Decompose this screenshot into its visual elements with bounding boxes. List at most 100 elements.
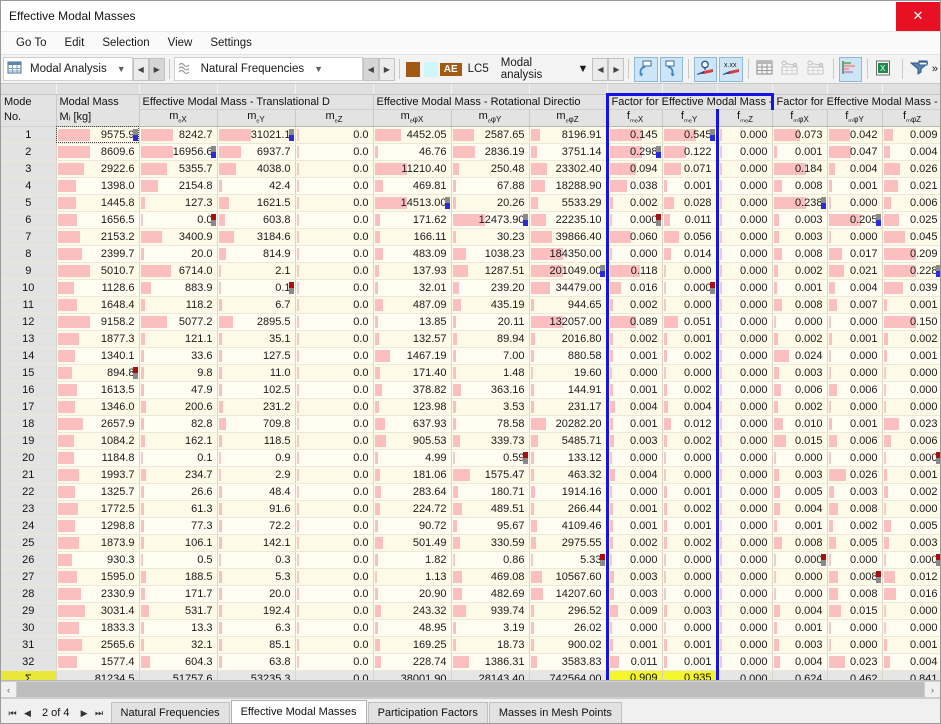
cell-fmpZ[interactable]: 0.000 — [882, 398, 940, 415]
cell-mi[interactable]: 1128.6 — [56, 279, 139, 296]
cell-fmpY[interactable]: 0.003 — [827, 483, 882, 500]
cell-fmpY[interactable]: 0.205 — [827, 211, 882, 228]
table-row[interactable]: 211993.7234.72.90.0181.061575.47463.320.… — [1, 466, 940, 483]
cell-fmpY[interactable]: 0.006 — [827, 381, 882, 398]
cell-fmpY[interactable]: 0.000 — [827, 398, 882, 415]
cell-meX[interactable]: 106.1 — [139, 534, 217, 551]
cell-meY[interactable]: 0.3 — [217, 551, 295, 568]
cell-meX[interactable]: 531.7 — [139, 602, 217, 619]
cell-meY[interactable]: 91.6 — [217, 500, 295, 517]
cell-mepX[interactable]: 90.72 — [373, 517, 451, 534]
cell-fmpY[interactable]: 0.000 — [827, 228, 882, 245]
cell-fmeZ[interactable]: 0.000 — [717, 636, 772, 653]
cell-fmeZ[interactable]: 0.000 — [717, 500, 772, 517]
cell-fmpX[interactable]: 0.238 — [772, 194, 827, 211]
cell-mepX[interactable]: 13.85 — [373, 313, 451, 330]
cell-meZ[interactable]: 0.0 — [295, 330, 373, 347]
cell-fmpX[interactable]: 0.004 — [772, 500, 827, 517]
next-page-button[interactable]: ▶ — [77, 705, 92, 721]
cell-meX[interactable]: 77.3 — [139, 517, 217, 534]
cell-mepZ[interactable]: 5485.71 — [529, 432, 607, 449]
cell-mi[interactable]: 2565.6 — [56, 636, 139, 653]
group-header-0[interactable]: Effective Modal Mass - Translational D — [139, 94, 373, 109]
horizontal-scrollbar[interactable]: ‹ › — [1, 680, 940, 698]
menu-item-view[interactable]: View — [159, 35, 202, 51]
cell-meZ[interactable]: 0.0 — [295, 500, 373, 517]
cell-fmeZ[interactable]: 0.000 — [717, 364, 772, 381]
cell-mepY[interactable]: 89.94 — [451, 330, 529, 347]
cell-mepZ[interactable]: 23302.40 — [529, 160, 607, 177]
cell-fmeX[interactable]: 0.000 — [607, 211, 662, 228]
table-row[interactable]: 182657.982.8709.80.0637.9378.5820282.200… — [1, 415, 940, 432]
table-row[interactable]: 312565.632.185.10.0169.2518.73900.020.00… — [1, 636, 940, 653]
cell-fmeX[interactable]: 0.001 — [607, 500, 662, 517]
toolbar-overflow-button[interactable]: » — [932, 63, 938, 75]
cell-fmpZ[interactable]: 0.228 — [882, 262, 940, 279]
cell-mepX[interactable]: 487.09 — [373, 296, 451, 313]
cell-fmeZ[interactable]: 0.000 — [717, 194, 772, 211]
cell-fmeY[interactable]: 0.012 — [662, 415, 717, 432]
cell-mi[interactable]: 1648.4 — [56, 296, 139, 313]
chevron-down-icon[interactable]: ▼ — [113, 64, 130, 74]
cell-fmpY[interactable]: 0.007 — [827, 296, 882, 313]
table-row[interactable]: 221325.726.648.40.0283.64180.711914.160.… — [1, 483, 940, 500]
cell-fmeY[interactable]: 0.051 — [662, 313, 717, 330]
cell-meY[interactable]: 142.1 — [217, 534, 295, 551]
cell-meX[interactable]: 5077.2 — [139, 313, 217, 330]
sub-header-meX[interactable]: mₑX — [139, 109, 217, 126]
analysis-prev-button[interactable]: ◀ — [133, 58, 149, 81]
cell-fmpX[interactable]: 0.008 — [772, 296, 827, 313]
row-number[interactable]: 15 — [1, 364, 56, 381]
cell-fmeY[interactable]: 0.001 — [662, 653, 717, 670]
analysis-next-button[interactable]: ▶ — [149, 58, 165, 81]
table-row[interactable]: 51445.8127.31621.50.014513.0020.265533.2… — [1, 194, 940, 211]
menu-item-settings[interactable]: Settings — [201, 35, 261, 51]
table-row[interactable]: 231772.561.391.60.0224.72489.51266.440.0… — [1, 500, 940, 517]
row-number[interactable]: 10 — [1, 279, 56, 296]
cell-meZ[interactable]: 0.0 — [295, 211, 373, 228]
cell-fmeY[interactable]: 0.000 — [662, 449, 717, 466]
cell-mi[interactable]: 1340.1 — [56, 347, 139, 364]
cell-meZ[interactable]: 0.0 — [295, 517, 373, 534]
cell-fmpX[interactable]: 0.003 — [772, 211, 827, 228]
table-row[interactable]: 241298.877.372.20.090.7295.674109.460.00… — [1, 517, 940, 534]
cell-fmpZ[interactable]: 0.003 — [882, 534, 940, 551]
cell-meX[interactable]: 2154.8 — [139, 177, 217, 194]
cell-fmpY[interactable]: 0.023 — [827, 653, 882, 670]
cell-fmpX[interactable]: 0.002 — [772, 398, 827, 415]
cell-meX[interactable]: 6714.0 — [139, 262, 217, 279]
cell-fmpX[interactable]: 0.004 — [772, 602, 827, 619]
cell-fmeX[interactable]: 0.002 — [607, 296, 662, 313]
cell-fmpY[interactable]: 0.000 — [827, 636, 882, 653]
cell-meY[interactable]: 6.7 — [217, 296, 295, 313]
cell-mepZ[interactable]: 10567.60 — [529, 568, 607, 585]
cell-mepX[interactable]: 378.82 — [373, 381, 451, 398]
cell-meY[interactable]: 814.9 — [217, 245, 295, 262]
cell-fmeY[interactable]: 0.000 — [662, 262, 717, 279]
cell-meX[interactable]: 5355.7 — [139, 160, 217, 177]
case-next-button[interactable]: ▶ — [608, 58, 624, 81]
row-number[interactable]: 3 — [1, 160, 56, 177]
table-row[interactable]: 171346.0200.6231.20.0123.983.53231.170.0… — [1, 398, 940, 415]
row-number[interactable]: 8 — [1, 245, 56, 262]
cell-fmpY[interactable]: 0.008 — [827, 568, 882, 585]
cell-mepY[interactable]: 67.88 — [451, 177, 529, 194]
cell-fmpY[interactable]: 0.026 — [827, 466, 882, 483]
group-header-1[interactable]: Effective Modal Mass - Rotational Direct… — [373, 94, 607, 109]
ae-badge[interactable]: AE — [440, 63, 462, 76]
cell-meY[interactable]: 2895.5 — [217, 313, 295, 330]
cell-fmpX[interactable]: 0.004 — [772, 653, 827, 670]
cell-fmeY[interactable]: 0.000 — [662, 466, 717, 483]
cell-fmpZ[interactable]: 0.001 — [882, 466, 940, 483]
cell-mepX[interactable]: 4.99 — [373, 449, 451, 466]
cell-meX[interactable]: 3400.9 — [139, 228, 217, 245]
cell-mi[interactable]: 1184.8 — [56, 449, 139, 466]
cell-meX[interactable]: 118.2 — [139, 296, 217, 313]
cell-fmeX[interactable]: 0.001 — [607, 381, 662, 398]
cell-fmeY[interactable]: 0.056 — [662, 228, 717, 245]
cell-fmpX[interactable]: 0.003 — [772, 228, 827, 245]
sub-header-meZ[interactable]: mₑZ — [295, 109, 373, 126]
cell-meX[interactable]: 127.3 — [139, 194, 217, 211]
cell-fmpZ[interactable]: 0.001 — [882, 296, 940, 313]
cell-mepY[interactable]: 95.67 — [451, 517, 529, 534]
